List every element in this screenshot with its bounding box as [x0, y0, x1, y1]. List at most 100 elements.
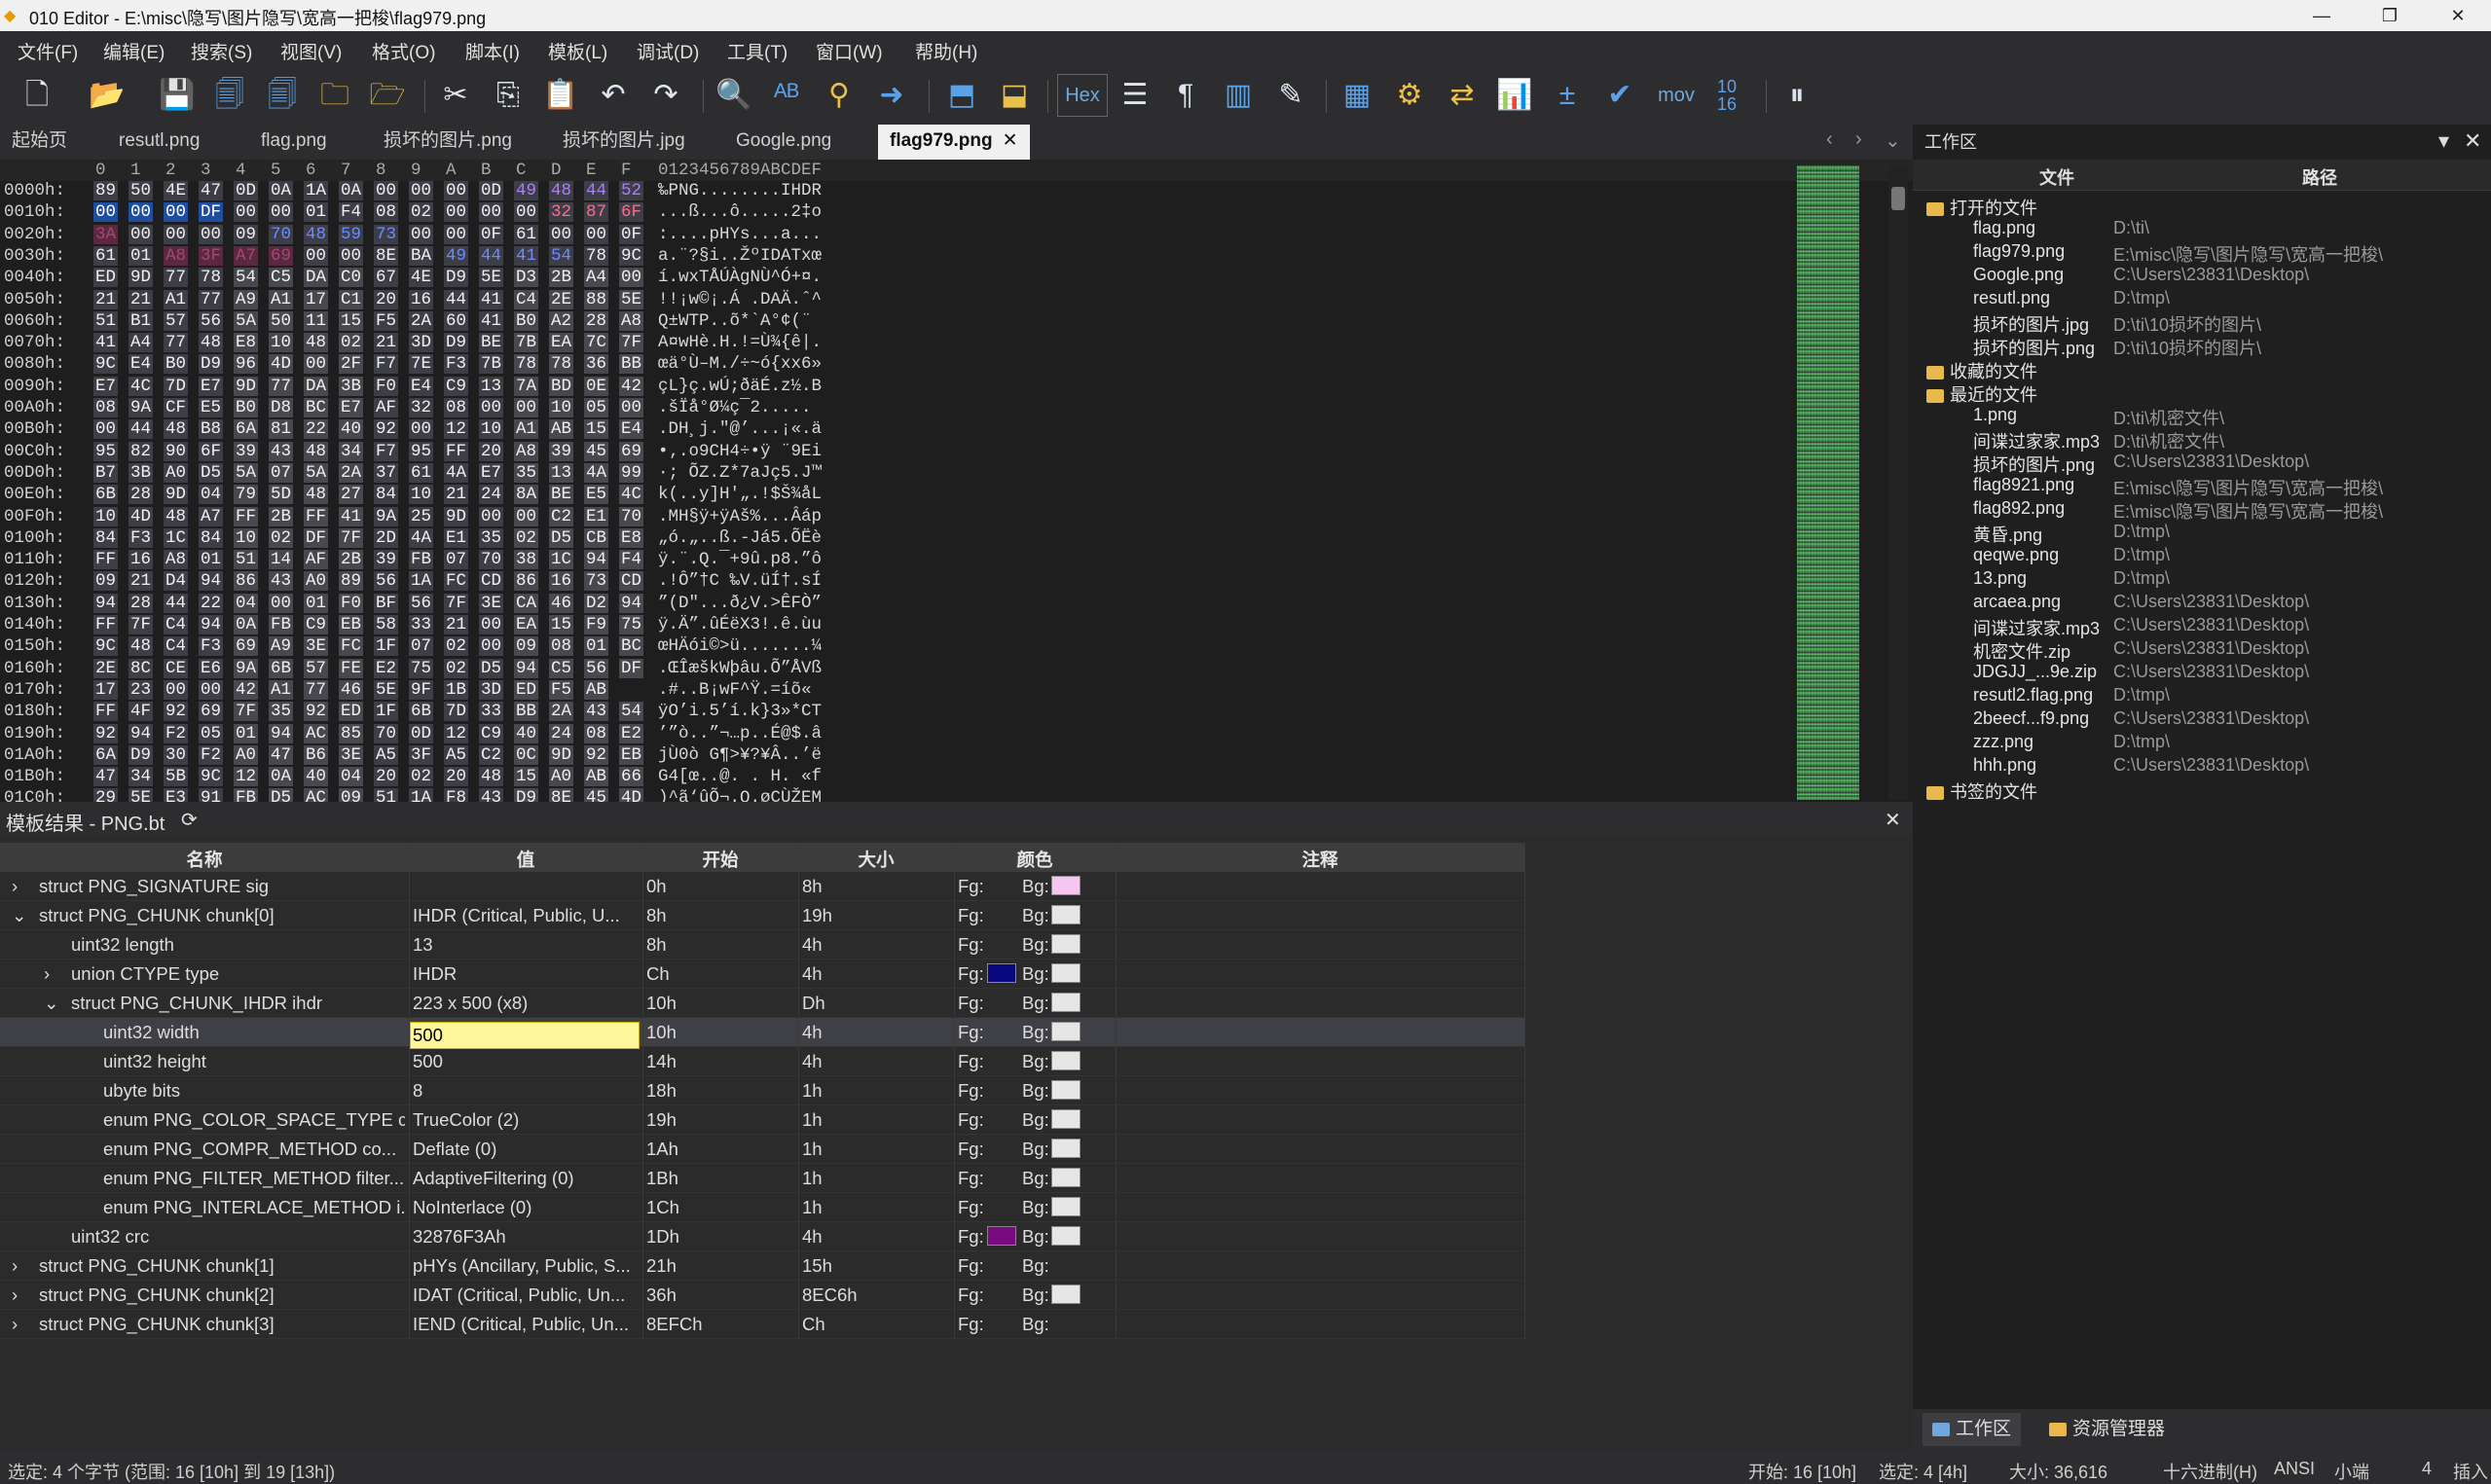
text-mode-icon[interactable]: ☰ — [1114, 74, 1156, 117]
hex-byte[interactable]: E7 — [93, 376, 119, 396]
hex-byte[interactable]: 09 — [514, 636, 539, 657]
hex-byte[interactable]: 2E — [93, 658, 119, 678]
column-divider[interactable] — [1116, 843, 1117, 1339]
hex-byte[interactable]: 4A — [584, 462, 609, 483]
hex-byte[interactable]: 28 — [584, 310, 609, 331]
hex-byte[interactable]: 08 — [444, 398, 469, 417]
hex-byte[interactable]: BB — [514, 702, 539, 722]
hex-byte[interactable]: 78 — [514, 354, 539, 375]
hex-byte[interactable]: 7C — [584, 333, 609, 353]
workspace-file-item[interactable]: 间谍过家家.mp3 D:\ti\机密文件\ — [1913, 428, 2491, 452]
menu-window[interactable]: 窗口(W) — [816, 38, 883, 64]
hex-byte[interactable]: 22 — [304, 419, 329, 440]
ascii-text[interactable]: çL}ç.wÚ;ðäÉ.z½.B — [658, 377, 822, 396]
hex-byte[interactable]: 12 — [444, 419, 469, 440]
hex-byte[interactable]: 4E — [409, 268, 434, 288]
hex-byte[interactable]: E5 — [584, 485, 609, 505]
ascii-text[interactable]: œä°Ù–M./÷~ó{xx6» — [658, 354, 822, 374]
field-value[interactable]: TrueColor (2) — [413, 1109, 637, 1131]
hex-byte[interactable]: A1 — [269, 289, 294, 309]
hex-byte[interactable]: A0 — [549, 767, 574, 787]
value-edit-field[interactable]: 500 — [410, 1022, 640, 1049]
hex-byte[interactable]: 0A — [269, 181, 294, 200]
hex-byte[interactable]: 73 — [374, 224, 399, 244]
ascii-text[interactable]: „ó.„..ß.-Já5.ÕËè — [658, 528, 822, 548]
hex-byte[interactable]: D9 — [444, 333, 469, 353]
hex-byte[interactable]: 3F — [409, 744, 434, 765]
hex-byte[interactable]: BC — [619, 636, 644, 657]
template-row[interactable]: › struct PNG_CHUNK chunk[3] IEND (Critical… — [0, 1310, 1524, 1339]
hex-byte[interactable]: AC — [304, 723, 329, 743]
tab-flag[interactable]: flag.png — [249, 125, 339, 160]
hex-byte[interactable]: 08 — [374, 202, 399, 223]
hex-byte[interactable]: E4 — [619, 419, 644, 440]
hex-byte[interactable]: 00 — [479, 615, 504, 634]
ascii-text[interactable]: .#..B¡wF^Ÿ.=íõ« — [658, 680, 812, 700]
hex-byte[interactable]: 00 — [619, 268, 644, 288]
hex-byte[interactable]: C9 — [444, 376, 469, 396]
hex-byte[interactable]: 48 — [164, 419, 189, 440]
hex-byte[interactable]: 50 — [128, 181, 154, 200]
hex-byte[interactable]: C5 — [269, 268, 294, 288]
collapse-icon[interactable]: ⌄ — [44, 993, 59, 1014]
hex-byte[interactable]: 69 — [269, 245, 294, 266]
hex-byte[interactable]: C4 — [164, 636, 189, 657]
hex-byte[interactable]: 7F — [128, 615, 154, 634]
hex-byte[interactable]: B0 — [514, 310, 539, 331]
hex-byte[interactable]: 27 — [339, 485, 364, 505]
fg-color-swatch[interactable] — [987, 963, 1016, 983]
hex-byte[interactable]: EA — [549, 333, 574, 353]
hex-byte[interactable]: 0A — [234, 615, 259, 634]
hex-byte[interactable]: 7F — [339, 527, 364, 548]
hex-byte[interactable]: 0D — [479, 181, 504, 200]
status-encoding[interactable]: ANSI — [2274, 1459, 2315, 1479]
header-size[interactable]: 大小 — [798, 847, 954, 872]
hash-icon[interactable]: ✔ — [1598, 74, 1641, 117]
hex-byte[interactable]: 09 — [93, 571, 119, 592]
hex-byte[interactable]: 20 — [374, 767, 399, 787]
header-comment[interactable]: 注释 — [1116, 847, 1524, 872]
hex-byte[interactable]: 70 — [269, 224, 294, 244]
hex-byte[interactable]: 39 — [234, 441, 259, 461]
hex-byte[interactable]: 4C — [128, 376, 154, 396]
expand-icon[interactable]: › — [12, 1285, 18, 1306]
col-file[interactable]: 文件 — [2039, 164, 2074, 190]
hex-byte[interactable]: 2B — [269, 506, 294, 526]
hex-byte[interactable]: F3 — [199, 636, 224, 657]
hex-byte[interactable]: 00 — [199, 224, 224, 244]
hex-byte[interactable]: F9 — [584, 615, 609, 634]
hex-byte[interactable]: CF — [164, 398, 189, 417]
hex-editor[interactable]: 0 1 2 3 4 5 6 7 8 9 A B C D E F 0123456789ABCDEF 0000h: 8… — [0, 160, 1913, 809]
hex-byte[interactable]: D8 — [269, 398, 294, 417]
hex-byte[interactable]: 79 — [234, 485, 259, 505]
hex-byte[interactable]: 8E — [374, 245, 399, 266]
expand-icon[interactable]: › — [12, 1255, 18, 1277]
hex-byte[interactable]: DF — [619, 658, 644, 678]
save-icon[interactable]: 💾 — [156, 74, 199, 117]
hex-byte[interactable]: A5 — [444, 744, 469, 765]
hex-byte[interactable]: 23 — [128, 679, 154, 700]
ascii-text[interactable]: !!¡w©¡.Á .DAÄ.ˆ^ — [658, 290, 822, 309]
hex-byte[interactable]: 32 — [549, 202, 574, 223]
ascii-text[interactable]: .!Ô”†C ‰V.üÍ†.sÍ — [658, 571, 822, 591]
expand-icon[interactable]: › — [12, 1314, 18, 1335]
hex-byte[interactable]: 47 — [199, 181, 224, 200]
hex-byte[interactable]: 28 — [128, 485, 154, 505]
hex-byte[interactable]: E2 — [374, 658, 399, 678]
hex-byte[interactable]: 3A — [93, 224, 119, 244]
hex-byte[interactable]: 16 — [409, 289, 434, 309]
hex-byte[interactable]: 1B — [444, 679, 469, 700]
hex-byte[interactable]: 5A — [234, 462, 259, 483]
hex-byte[interactable]: 94 — [584, 550, 609, 570]
hex-byte[interactable]: 59 — [339, 224, 364, 244]
hex-byte[interactable]: ED — [93, 268, 119, 288]
hex-byte[interactable]: 00 — [234, 202, 259, 223]
hex-byte[interactable]: A8 — [164, 550, 189, 570]
hex-byte[interactable]: 1F — [374, 636, 399, 657]
hex-byte[interactable]: D2 — [584, 593, 609, 613]
bg-color-swatch[interactable] — [1051, 905, 1081, 924]
hex-byte[interactable]: 46 — [339, 679, 364, 700]
hex-byte[interactable]: 35 — [514, 462, 539, 483]
hex-byte[interactable]: 7B — [479, 354, 504, 375]
cut-icon[interactable]: ✂ — [434, 74, 477, 117]
